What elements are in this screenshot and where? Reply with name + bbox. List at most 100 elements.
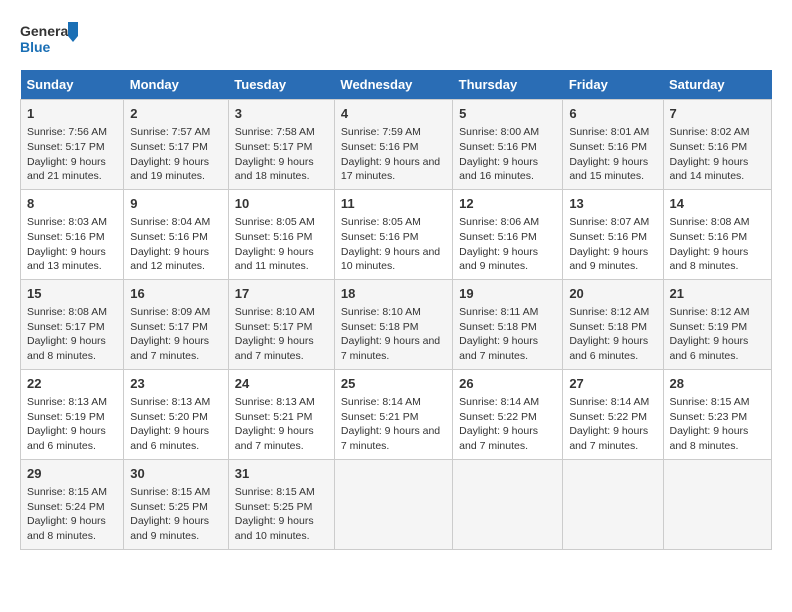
week-row-3: 15Sunrise: 8:08 AMSunset: 5:17 PMDayligh… [21, 279, 772, 369]
calendar-cell: 12Sunrise: 8:06 AMSunset: 5:16 PMDayligh… [453, 189, 563, 279]
sunset-text: Sunset: 5:21 PM [235, 411, 313, 423]
daylight-text: Daylight: 9 hours and 12 minutes. [130, 246, 209, 273]
daylight-text: Daylight: 9 hours and 15 minutes. [569, 156, 648, 183]
sunset-text: Sunset: 5:16 PM [569, 231, 647, 243]
sunset-text: Sunset: 5:16 PM [130, 231, 208, 243]
header-cell-monday: Monday [124, 70, 229, 100]
sunrise-text: Sunrise: 8:08 AM [27, 306, 107, 318]
calendar-cell: 21Sunrise: 8:12 AMSunset: 5:19 PMDayligh… [663, 279, 772, 369]
day-number: 19 [459, 285, 556, 303]
svg-text:General: General [20, 23, 72, 39]
day-number: 8 [27, 195, 117, 213]
sunrise-text: Sunrise: 8:01 AM [569, 126, 649, 138]
sunrise-text: Sunrise: 8:03 AM [27, 216, 107, 228]
sunrise-text: Sunrise: 8:07 AM [569, 216, 649, 228]
calendar-cell: 30Sunrise: 8:15 AMSunset: 5:25 PMDayligh… [124, 459, 229, 549]
header-row: SundayMondayTuesdayWednesdayThursdayFrid… [21, 70, 772, 100]
header-cell-sunday: Sunday [21, 70, 124, 100]
sunrise-text: Sunrise: 8:05 AM [341, 216, 421, 228]
day-number: 11 [341, 195, 446, 213]
daylight-text: Daylight: 9 hours and 7 minutes. [341, 335, 440, 362]
calendar-cell [334, 459, 452, 549]
daylight-text: Daylight: 9 hours and 6 minutes. [27, 425, 106, 452]
daylight-text: Daylight: 9 hours and 9 minutes. [130, 515, 209, 542]
daylight-text: Daylight: 9 hours and 9 minutes. [569, 246, 648, 273]
day-number: 14 [670, 195, 766, 213]
daylight-text: Daylight: 9 hours and 18 minutes. [235, 156, 314, 183]
calendar-cell: 11Sunrise: 8:05 AMSunset: 5:16 PMDayligh… [334, 189, 452, 279]
sunset-text: Sunset: 5:18 PM [341, 321, 419, 333]
sunset-text: Sunset: 5:16 PM [341, 231, 419, 243]
logo-svg: General Blue [20, 20, 80, 60]
sunset-text: Sunset: 5:17 PM [130, 141, 208, 153]
day-number: 10 [235, 195, 328, 213]
daylight-text: Daylight: 9 hours and 6 minutes. [130, 425, 209, 452]
header-cell-saturday: Saturday [663, 70, 772, 100]
sunrise-text: Sunrise: 8:12 AM [569, 306, 649, 318]
day-number: 16 [130, 285, 222, 303]
sunrise-text: Sunrise: 7:56 AM [27, 126, 107, 138]
daylight-text: Daylight: 9 hours and 11 minutes. [235, 246, 314, 273]
sunrise-text: Sunrise: 8:14 AM [341, 396, 421, 408]
sunset-text: Sunset: 5:17 PM [130, 321, 208, 333]
calendar-cell: 10 Sunrise: 8:05 AM Sunset: 5:16 PM Dayligh… [228, 189, 334, 279]
sunrise-text: Sunrise: 8:13 AM [27, 396, 107, 408]
daylight-text: Daylight: 9 hours and 6 minutes. [670, 335, 749, 362]
calendar-cell: 1Sunrise: 7:56 AMSunset: 5:17 PMDaylight… [21, 100, 124, 190]
sunset-text: Sunset: 5:16 PM [569, 141, 647, 153]
day-number: 22 [27, 375, 117, 393]
day-number: 26 [459, 375, 556, 393]
daylight-text: Daylight: 9 hours and 8 minutes. [27, 515, 106, 542]
calendar-table: SundayMondayTuesdayWednesdayThursdayFrid… [20, 70, 772, 550]
calendar-cell: 28Sunrise: 8:15 AMSunset: 5:23 PMDayligh… [663, 369, 772, 459]
sunrise-text: Sunrise: 7:57 AM [130, 126, 210, 138]
page-header: General Blue [20, 20, 772, 60]
day-number: 5 [459, 105, 556, 123]
week-row-4: 22Sunrise: 8:13 AMSunset: 5:19 PMDayligh… [21, 369, 772, 459]
sunrise-text: Sunrise: 8:12 AM [670, 306, 750, 318]
day-number: 28 [670, 375, 766, 393]
day-number: 4 [341, 105, 446, 123]
sunset-text: Sunset: 5:16 PM [459, 231, 537, 243]
sunset-text: Sunset: 5:17 PM [235, 321, 313, 333]
day-number: 21 [670, 285, 766, 303]
sunrise-text: Sunrise: 8:14 AM [569, 396, 649, 408]
sunset-text: Sunset: 5:20 PM [130, 411, 208, 423]
daylight-text: Daylight: 9 hours and 7 minutes. [235, 335, 314, 362]
daylight-text: Daylight: 9 hours and 7 minutes. [235, 425, 314, 452]
sunset-text: Sunset: 5:21 PM [341, 411, 419, 423]
sunset-text: Sunset: 5:22 PM [569, 411, 647, 423]
daylight-text: Daylight: 9 hours and 17 minutes. [341, 156, 440, 183]
sunrise-text: Sunrise: 8:02 AM [670, 126, 750, 138]
sunrise-text: Sunrise: 8:15 AM [27, 486, 107, 498]
header-cell-friday: Friday [563, 70, 663, 100]
calendar-cell: 14Sunrise: 8:08 AMSunset: 5:16 PMDayligh… [663, 189, 772, 279]
sunrise-text: Sunrise: 8:15 AM [130, 486, 210, 498]
week-row-5: 29Sunrise: 8:15 AMSunset: 5:24 PMDayligh… [21, 459, 772, 549]
sunset-text: Sunset: 5:16 PM [27, 231, 105, 243]
calendar-cell [663, 459, 772, 549]
sunrise-text: Sunrise: 8:10 AM [341, 306, 421, 318]
sunset-text: Sunset: 5:16 PM [235, 231, 313, 243]
header-cell-tuesday: Tuesday [228, 70, 334, 100]
header-cell-thursday: Thursday [453, 70, 563, 100]
daylight-text: Daylight: 9 hours and 7 minutes. [459, 335, 538, 362]
day-number: 31 [235, 465, 328, 483]
sunrise-text: Sunrise: 8:06 AM [459, 216, 539, 228]
sunrise-text: Sunrise: 8:00 AM [459, 126, 539, 138]
sunrise-text: Sunrise: 8:09 AM [130, 306, 210, 318]
sunrise-text: Sunrise: 8:05 AM [235, 216, 315, 228]
week-row-2: 8 Sunrise: 8:03 AM Sunset: 5:16 PM Daylight… [21, 189, 772, 279]
daylight-text: Daylight: 9 hours and 16 minutes. [459, 156, 538, 183]
day-number: 25 [341, 375, 446, 393]
calendar-cell: 20Sunrise: 8:12 AMSunset: 5:18 PMDayligh… [563, 279, 663, 369]
sunrise-text: Sunrise: 8:11 AM [459, 306, 538, 318]
calendar-cell: 5Sunrise: 8:00 AMSunset: 5:16 PMDaylight… [453, 100, 563, 190]
calendar-cell [453, 459, 563, 549]
sunset-text: Sunset: 5:24 PM [27, 501, 105, 513]
sunset-text: Sunset: 5:22 PM [459, 411, 537, 423]
daylight-text: Daylight: 9 hours and 9 minutes. [459, 246, 538, 273]
daylight-text: Daylight: 9 hours and 10 minutes. [235, 515, 314, 542]
day-number: 17 [235, 285, 328, 303]
sunrise-text: Sunrise: 8:04 AM [130, 216, 210, 228]
